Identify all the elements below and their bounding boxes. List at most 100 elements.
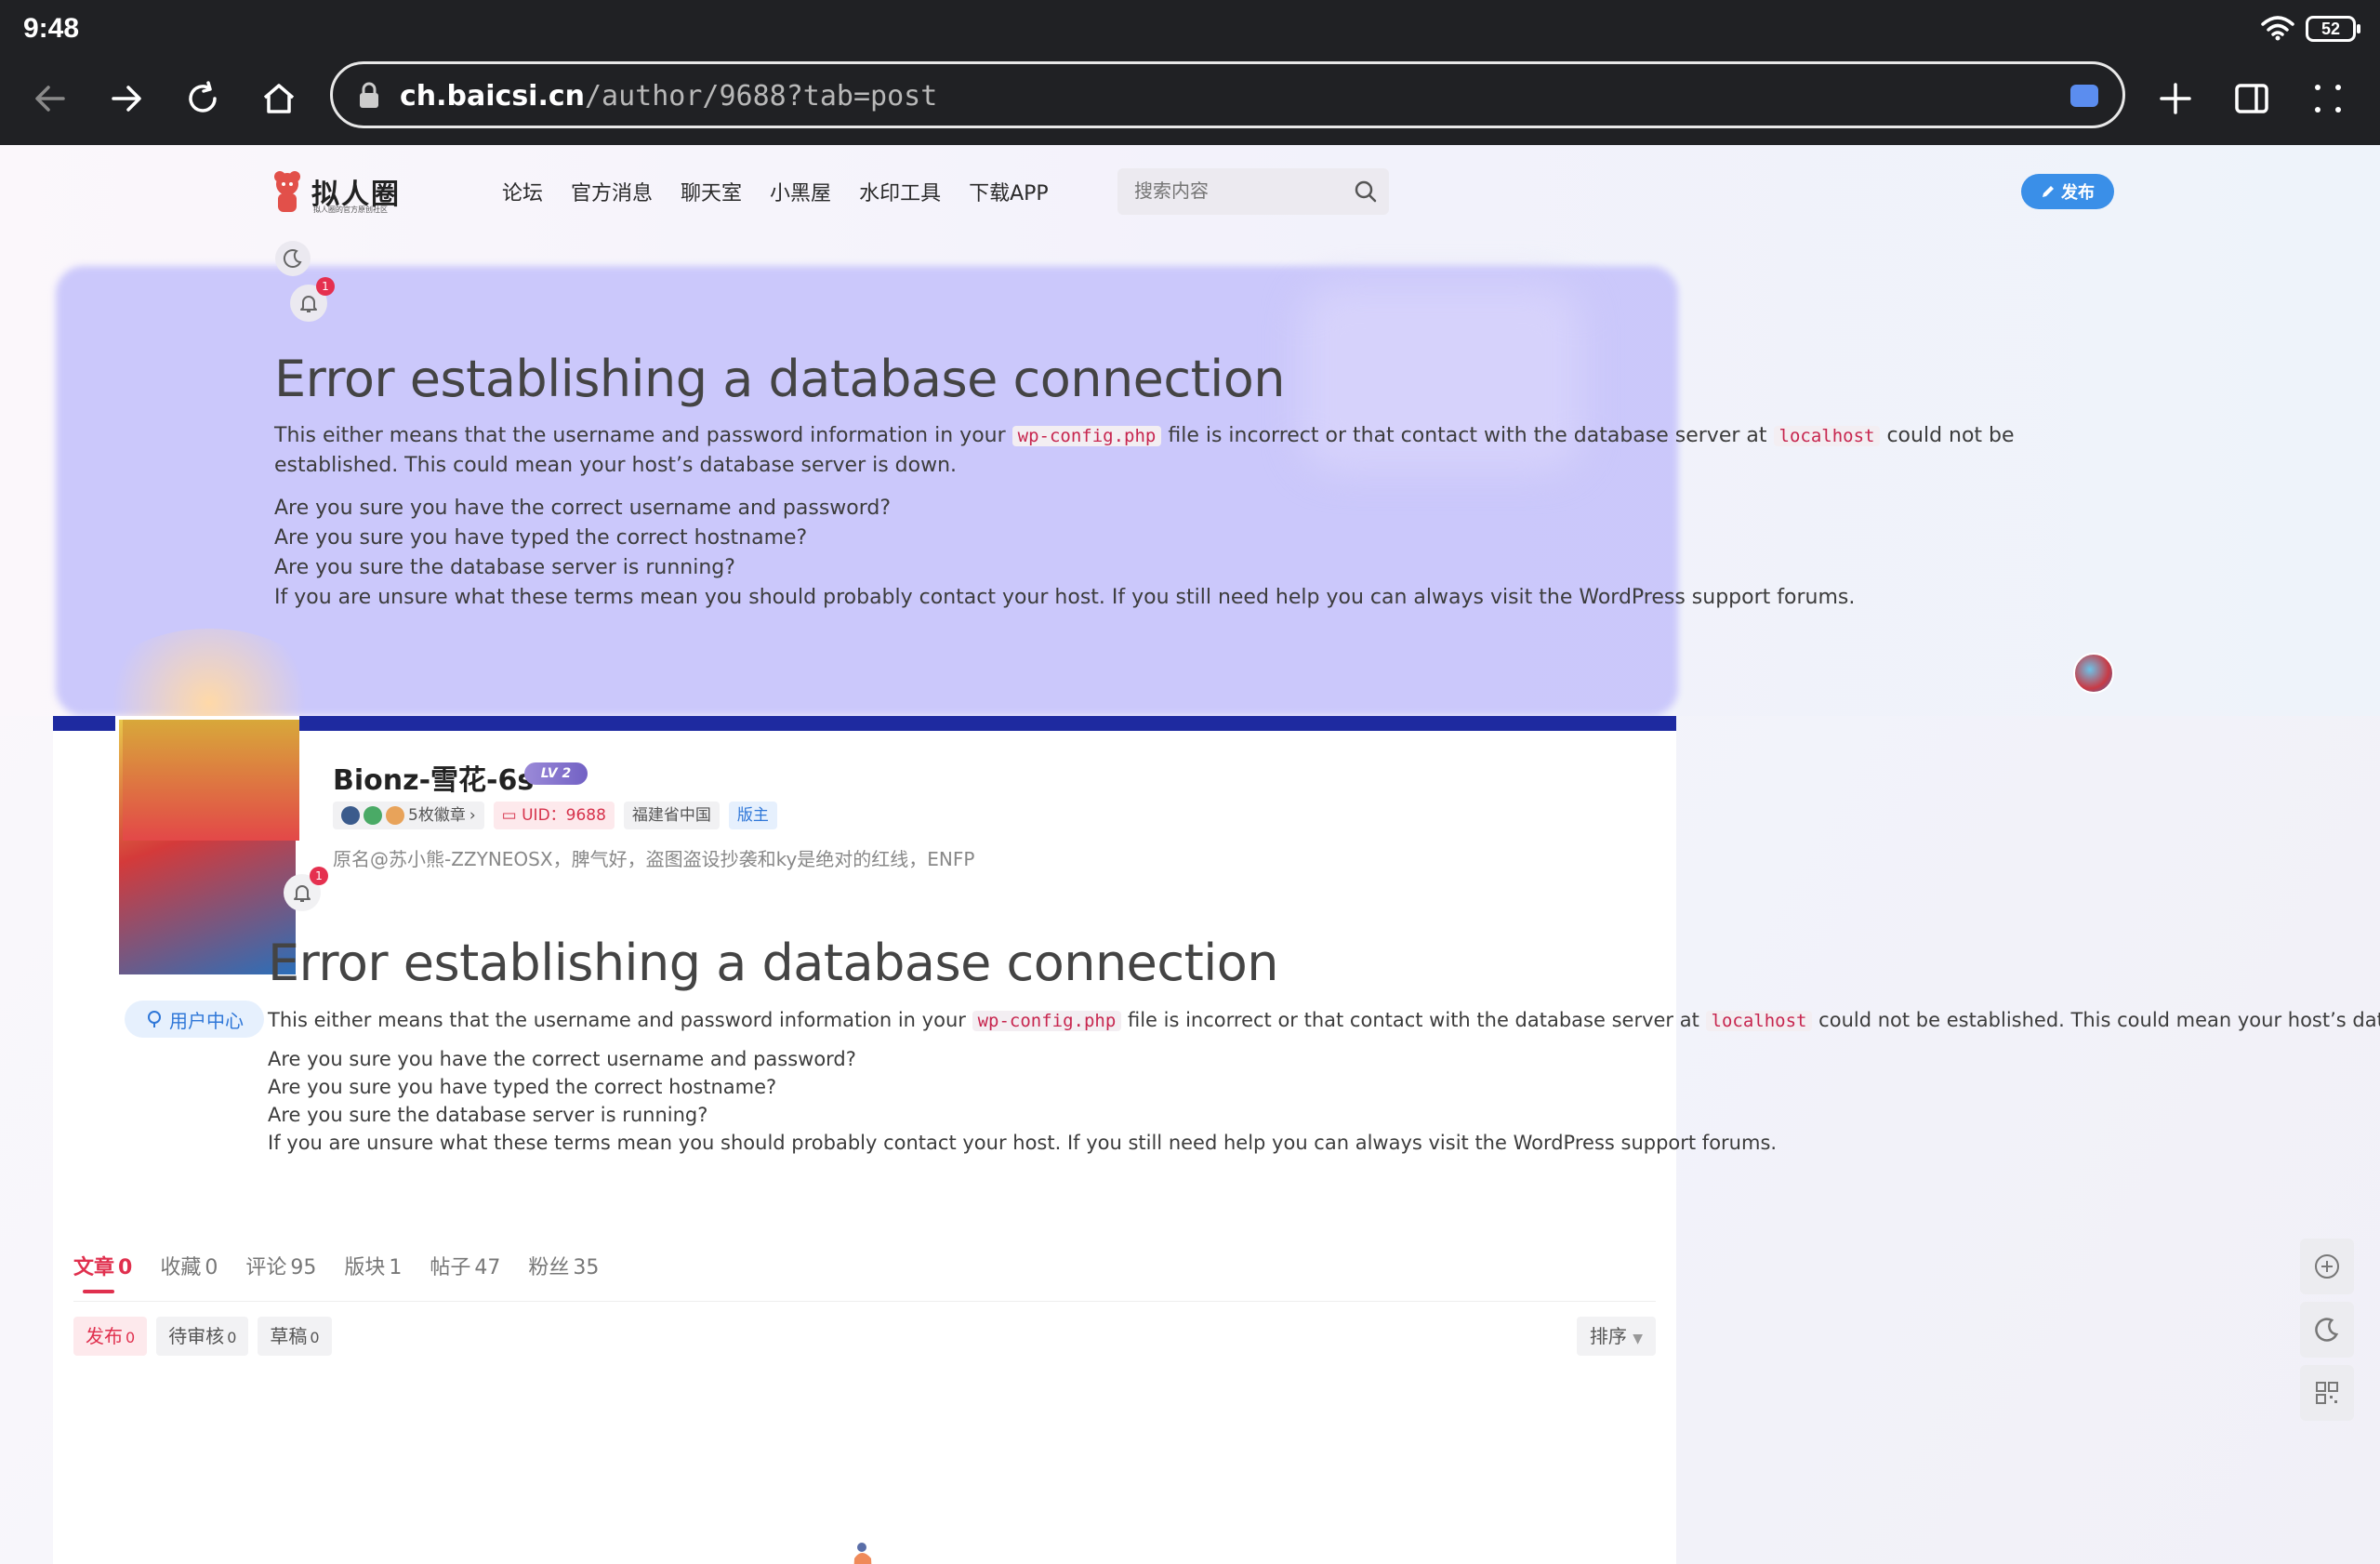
user-avatar[interactable] [2073,653,2114,694]
uid-label: UID： [522,806,566,825]
error-list-item: Are you sure the database server is runn… [268,1104,708,1126]
avatar-image [123,720,299,841]
error-code-config: wp-config.php [1012,426,1162,446]
nav-item-official-news[interactable]: 官方消息 [571,177,653,206]
error-text: file is incorrect or that contact with t… [1168,424,1767,447]
new-tab-button[interactable] [2148,71,2203,126]
plus-icon [2160,83,2191,114]
tab-boards[interactable]: 版块 1 [344,1251,402,1293]
db-error-message: Error establishing a database connection… [268,934,2380,1157]
error-text: file is incorrect or that contact with t… [1127,1009,1699,1031]
notification-button[interactable]: 1 [284,867,328,911]
tab-count: 35 [573,1256,600,1279]
home-icon [263,84,295,113]
publish-label: 发布 [2061,183,2095,203]
error-list-item: Are you sure you have the correct userna… [268,1048,856,1070]
lock-icon [360,82,378,108]
more-icon [2315,85,2341,113]
filter-label: 发布 [86,1325,123,1347]
tabs-button[interactable] [2224,71,2280,126]
tab-count: 47 [474,1256,501,1279]
profile-tags: 5枚徽章 › ▭ UID：9688 福建省中国 版主 [333,802,777,829]
url-host: ch.baicsi.cn [400,80,585,113]
tab-count: 95 [290,1256,317,1279]
forward-button[interactable] [99,71,154,126]
add-float-button[interactable] [2300,1239,2354,1294]
reload-button[interactable] [175,71,231,126]
error-text: This either means that the username and … [268,1009,966,1031]
pencil-icon [2043,186,2054,197]
error-list-item: Are you sure you have typed the correct … [274,526,808,550]
badges-count: 5枚徽章 [408,806,466,825]
search-box [1117,168,1389,215]
status-filter: 发布 0 待审核 0 草稿 0 [73,1317,332,1356]
tab-comments[interactable]: 评论 95 [245,1251,316,1293]
filter-count: 0 [227,1329,237,1346]
tab-followers[interactable]: 粉丝 35 [528,1251,599,1293]
chevron-right-icon: › [469,806,476,825]
dark-mode-toggle[interactable] [275,241,311,276]
qr-code-float-button[interactable] [2300,1365,2354,1421]
site-logo[interactable]: 拟人圈 拟人圈的官方原创社区 [267,167,416,219]
filter-pending[interactable]: 待审核 0 [156,1317,249,1356]
qr-code-icon [2316,1382,2338,1404]
url-text: ch.baicsi.cn/author/9688?tab=post [400,80,937,113]
tab-posts[interactable]: 帖子 47 [430,1251,500,1293]
web-page: 拟人圈 拟人圈的官方原创社区 论坛 官方消息 聊天室 小黑屋 水印工具 下载AP… [0,145,2380,1564]
tab-label: 评论 [245,1256,287,1279]
error-text: This either means that the username and … [274,424,1006,447]
error-list-item: Are you sure the database server is runn… [274,556,735,579]
back-button[interactable] [22,71,78,126]
content-tabs-card: 文章 0 收藏 0 评论 95 版块 1 帖子 47 粉丝 35 发布 0 待审核 0 草稿 0 … [53,1228,1676,1564]
nav-item-download-app[interactable]: 下载APP [969,177,1049,206]
battery-indicator: 52 [2306,16,2360,42]
dark-mode-float-button[interactable] [2300,1302,2354,1358]
error-paragraph: This either means that the username and … [268,1005,2380,1036]
moon-icon [2315,1318,2339,1342]
arrow-left-icon [35,86,65,112]
filter-drafts[interactable]: 草稿 0 [258,1317,332,1356]
search-icon[interactable] [1354,179,1378,204]
nav-item-watermark-tool[interactable]: 水印工具 [859,177,941,206]
tab-count: 1 [389,1256,403,1279]
status-time: 9:48 [23,13,80,44]
main-nav: 论坛 官方消息 聊天室 小黑屋 水印工具 下载APP [502,177,1077,206]
divider [73,1301,1656,1302]
menu-button[interactable] [2300,71,2356,126]
tab-label: 版块 [344,1256,386,1279]
filter-published[interactable]: 发布 0 [73,1317,148,1356]
address-bar[interactable]: ch.baicsi.cn/author/9688?tab=post [330,61,2125,128]
tab-label: 文章 [73,1256,115,1279]
error-list-item: If you are unsure what these terms mean … [274,586,1856,609]
search-input[interactable] [1134,179,1339,202]
error-paragraph: This either means that the username and … [274,421,2096,481]
sort-dropdown[interactable]: 排序 ▼ [1576,1317,1656,1356]
notification-badge: 1 [316,277,335,296]
error-checklist: Are you sure you have the correct userna… [268,1045,2380,1157]
nav-item-forum[interactable]: 论坛 [502,177,543,206]
notification-button[interactable]: 1 [290,277,335,322]
error-list-item: Are you sure you have typed the correct … [268,1076,777,1098]
error-list-item: Are you sure you have the correct userna… [274,497,892,520]
tab-articles[interactable]: 文章 0 [73,1251,132,1293]
nav-item-blacklist[interactable]: 小黑屋 [770,177,831,206]
error-code-host: localhost [1773,426,1881,446]
reload-icon [189,81,217,113]
user-center-button[interactable]: 用户中心 [125,1001,264,1038]
home-button[interactable] [251,71,307,126]
medal-icon [364,806,382,825]
uid-value: 9688 [565,806,606,825]
level-badge: LV 2 [524,762,588,785]
publish-button[interactable]: 发布 [2021,174,2114,209]
nav-item-chatroom[interactable]: 聊天室 [681,177,742,206]
badges-tag[interactable]: 5枚徽章 › [333,802,484,829]
db-error-message: Error establishing a database connection… [274,350,2096,613]
tab-favorites[interactable]: 收藏 0 [160,1251,218,1293]
extension-icon[interactable] [2070,85,2098,107]
error-code-config: wp-config.php [972,1011,1122,1031]
role-tag: 版主 [728,802,777,829]
moon-icon [283,249,302,269]
tab-label: 粉丝 [528,1256,570,1279]
medal-icon [341,806,360,825]
sort-label: 排序 [1589,1325,1627,1347]
